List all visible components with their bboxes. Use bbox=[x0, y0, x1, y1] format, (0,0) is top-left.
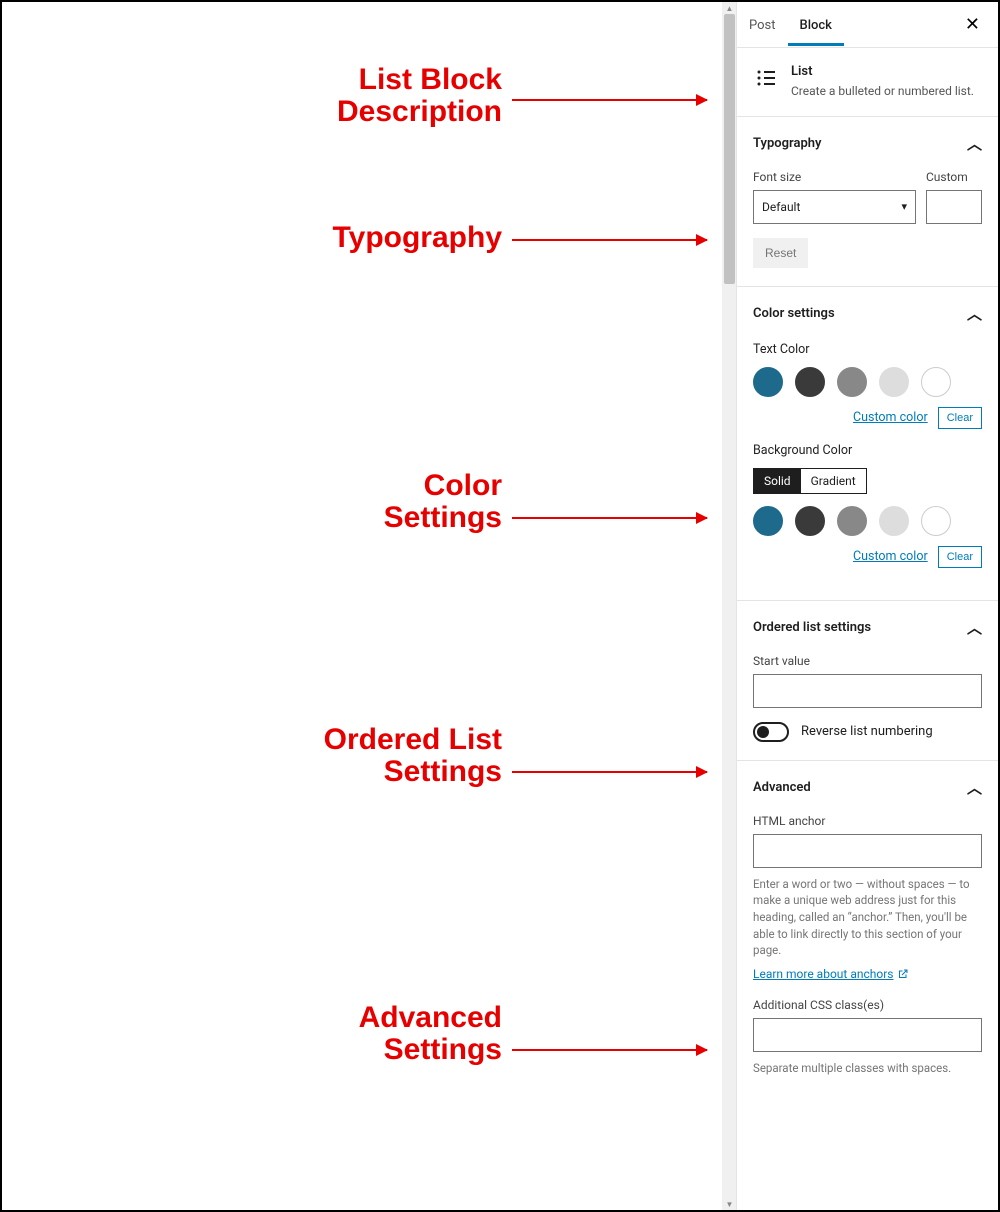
text-color-clear-button[interactable]: Clear bbox=[938, 407, 982, 429]
panel-typography-title: Typography bbox=[753, 136, 822, 151]
swatch-light-gray[interactable] bbox=[879, 506, 909, 536]
panel-advanced-toggle[interactable]: Advanced ︿ bbox=[753, 761, 982, 814]
bg-custom-color-link[interactable]: Custom color bbox=[853, 549, 928, 564]
css-classes-help: Separate multiple classes with spaces. bbox=[753, 1060, 982, 1077]
panel-typography-toggle[interactable]: Typography ︿ bbox=[753, 117, 982, 170]
block-description: List Create a bulleted or numbered list. bbox=[737, 48, 998, 117]
panel-color-toggle[interactable]: Color settings ︿ bbox=[753, 287, 982, 340]
annotation-typography: Typography bbox=[282, 222, 502, 254]
custom-label: Custom bbox=[926, 170, 982, 184]
reset-button[interactable]: Reset bbox=[753, 238, 808, 268]
annotation-color-settings: ColorSettings bbox=[322, 470, 502, 533]
annotation-arrow bbox=[512, 1049, 707, 1051]
tab-post[interactable]: Post bbox=[737, 3, 788, 46]
panel-ordered-list: Ordered list settings ︿ Start value Reve… bbox=[737, 601, 998, 761]
start-value-label: Start value bbox=[753, 654, 982, 668]
annotation-arrow bbox=[512, 771, 707, 773]
swatch-light-gray[interactable] bbox=[879, 367, 909, 397]
font-size-label: Font size bbox=[753, 170, 916, 184]
panel-color-settings: Color settings ︿ Text Color Custom color… bbox=[737, 287, 998, 601]
chevron-down-icon: ▾ bbox=[901, 200, 907, 213]
panel-color-title: Color settings bbox=[753, 306, 835, 321]
panel-ordered-title: Ordered list settings bbox=[753, 620, 871, 635]
swatch-white[interactable] bbox=[921, 367, 951, 397]
text-color-label: Text Color bbox=[753, 342, 982, 357]
tab-block[interactable]: Block bbox=[788, 3, 844, 46]
bg-color-swatches bbox=[753, 506, 982, 536]
swatch-white[interactable] bbox=[921, 506, 951, 536]
scroll-down-arrow[interactable]: ▼ bbox=[722, 1198, 737, 1210]
bg-mode-gradient[interactable]: Gradient bbox=[801, 469, 866, 493]
chevron-up-icon: ︿ bbox=[967, 617, 982, 638]
swatch-charcoal[interactable] bbox=[795, 367, 825, 397]
reverse-label: Reverse list numbering bbox=[801, 724, 933, 739]
swatch-teal[interactable] bbox=[753, 367, 783, 397]
block-title: List bbox=[791, 64, 982, 79]
block-caption: Create a bulleted or numbered list. bbox=[791, 83, 982, 100]
close-icon[interactable]: ✕ bbox=[957, 14, 988, 35]
swatch-charcoal[interactable] bbox=[795, 506, 825, 536]
swatch-gray[interactable] bbox=[837, 367, 867, 397]
html-anchor-help: Enter a word or two — without spaces — t… bbox=[753, 876, 982, 959]
font-size-value: Default bbox=[762, 200, 800, 214]
bg-color-label: Background Color bbox=[753, 443, 982, 458]
html-anchor-input[interactable] bbox=[753, 834, 982, 868]
sidebar-tabs: Post Block ✕ bbox=[737, 2, 998, 48]
panel-ordered-toggle[interactable]: Ordered list settings ︿ bbox=[753, 601, 982, 654]
annotation-advanced-settings: AdvancedSettings bbox=[312, 1002, 502, 1065]
css-classes-input[interactable] bbox=[753, 1018, 982, 1052]
annotation-arrow bbox=[512, 239, 707, 241]
reverse-toggle[interactable] bbox=[753, 722, 789, 742]
annotation-arrow bbox=[512, 99, 707, 101]
custom-font-size-input[interactable] bbox=[926, 190, 982, 224]
chevron-up-icon: ︿ bbox=[967, 777, 982, 798]
settings-sidebar: Post Block ✕ List Create a bulleted or n… bbox=[736, 2, 998, 1210]
scroll-up-arrow[interactable]: ▲ bbox=[722, 2, 737, 14]
chevron-up-icon: ︿ bbox=[967, 303, 982, 324]
annotation-arrow bbox=[512, 517, 707, 519]
learn-more-text: Learn more about anchors bbox=[753, 967, 893, 981]
learn-more-anchors-link[interactable]: Learn more about anchors bbox=[753, 967, 909, 981]
html-anchor-label: HTML anchor bbox=[753, 814, 982, 828]
text-custom-color-link[interactable]: Custom color bbox=[853, 410, 928, 425]
bg-color-clear-button[interactable]: Clear bbox=[938, 546, 982, 568]
chevron-up-icon: ︿ bbox=[967, 133, 982, 154]
bg-mode-solid[interactable]: Solid bbox=[754, 469, 801, 493]
scroll-thumb[interactable] bbox=[724, 14, 735, 284]
swatch-teal[interactable] bbox=[753, 506, 783, 536]
panel-advanced-title: Advanced bbox=[753, 780, 811, 795]
panel-advanced: Advanced ︿ HTML anchor Enter a word or t… bbox=[737, 761, 998, 1095]
external-link-icon bbox=[897, 968, 909, 980]
panel-typography: Typography ︿ Font size Default ▾ Custom … bbox=[737, 117, 998, 287]
list-block-icon bbox=[753, 64, 781, 92]
bg-mode-segmented: Solid Gradient bbox=[753, 468, 867, 494]
swatch-gray[interactable] bbox=[837, 506, 867, 536]
font-size-select[interactable]: Default ▾ bbox=[753, 190, 916, 224]
css-classes-label: Additional CSS class(es) bbox=[753, 998, 982, 1012]
text-color-swatches bbox=[753, 367, 982, 397]
annotation-list-block-description: List BlockDescription bbox=[282, 64, 502, 127]
start-value-input[interactable] bbox=[753, 674, 982, 708]
annotation-ordered-list-settings: Ordered ListSettings bbox=[302, 724, 502, 787]
